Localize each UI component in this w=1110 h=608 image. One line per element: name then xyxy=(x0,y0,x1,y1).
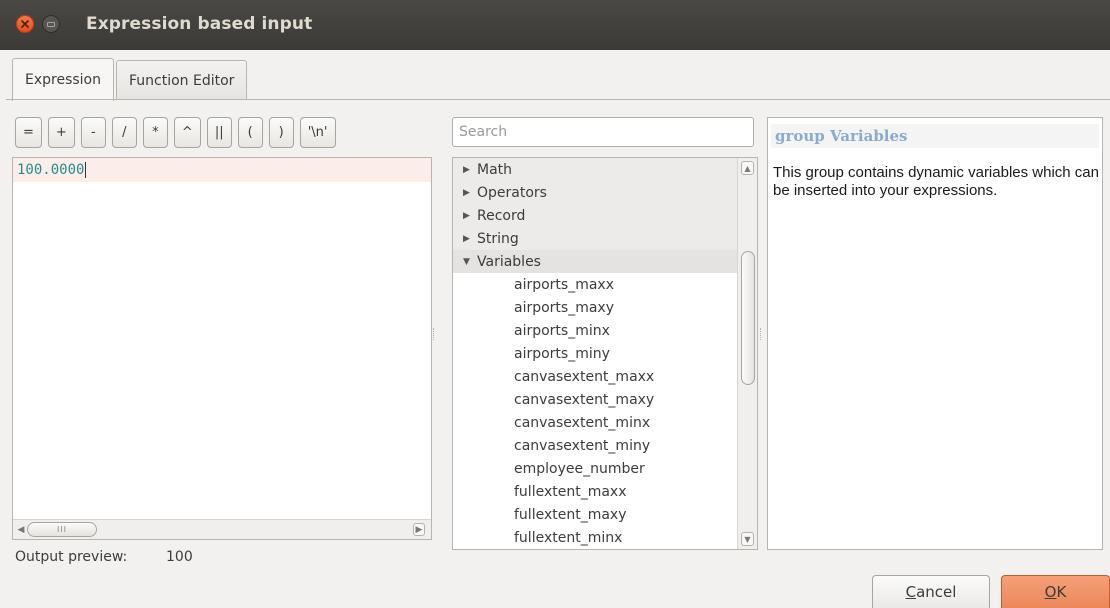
tree-group-label: Record xyxy=(477,207,526,224)
tree-group-label: Operators xyxy=(477,184,547,201)
minimize-window-icon[interactable] xyxy=(42,15,60,33)
plus-operator-button[interactable]: + xyxy=(47,117,75,148)
multiply-operator-button[interactable]: * xyxy=(142,117,168,148)
open-paren-button[interactable]: ( xyxy=(237,117,263,148)
tree-item-variable[interactable]: canvasextent_maxy xyxy=(453,388,757,411)
tree-item-variable[interactable]: canvasextent_maxx xyxy=(453,365,757,388)
divide-operator-button[interactable]: / xyxy=(111,117,137,148)
tree-group-variables[interactable]: ▼ Variables xyxy=(453,250,737,273)
scroll-up-icon[interactable]: ▲ xyxy=(741,161,754,175)
tree-item-variable[interactable]: fullextent_maxy xyxy=(453,503,757,526)
text-caret xyxy=(85,162,87,178)
editor-line[interactable]: 100.0000 xyxy=(13,158,431,182)
minus-operator-button[interactable]: - xyxy=(80,117,106,148)
close-paren-button[interactable]: ) xyxy=(268,117,294,148)
help-body: This group contains dynamic variables wh… xyxy=(773,164,1099,199)
tree-group-label: Variables xyxy=(477,253,541,270)
splitter-handle[interactable] xyxy=(760,328,762,340)
help-panel: group Variables This group contains dyna… xyxy=(767,117,1103,550)
power-operator-button[interactable]: ^ xyxy=(173,117,201,148)
splitter-handle[interactable] xyxy=(433,328,435,340)
tree-item-variable[interactable]: canvasextent_miny xyxy=(453,434,757,457)
expand-arrow-icon[interactable]: ▶ xyxy=(463,188,477,198)
help-title: group Variables xyxy=(771,124,1099,148)
expand-arrow-icon[interactable]: ▶ xyxy=(463,234,477,244)
ok-button[interactable]: OK xyxy=(1001,575,1110,608)
tree-group-record[interactable]: ▶ Record xyxy=(453,204,737,227)
expression-editor[interactable]: 100.0000 ◀ III ▶ xyxy=(12,157,432,540)
equals-operator-button[interactable]: = xyxy=(15,117,42,148)
tree-item-variable[interactable]: airports_maxy xyxy=(453,296,757,319)
expand-arrow-icon[interactable]: ▶ xyxy=(463,165,477,175)
output-preview-value: 100 xyxy=(166,549,193,565)
ok-mnemonic: O xyxy=(1044,583,1057,601)
scroll-down-icon[interactable]: ▼ xyxy=(741,532,754,546)
scroll-left-icon[interactable]: ◀ xyxy=(15,523,27,536)
horizontal-scrollbar[interactable]: ◀ III ▶ xyxy=(13,519,431,539)
tab-bar: Expression Function Editor xyxy=(12,58,248,101)
tree-item-variable[interactable]: canvasextent_minx xyxy=(453,411,757,434)
function-tree[interactable]: ▶ Math ▶ Operators ▶ Record ▶ String ▼ Variab… xyxy=(452,157,758,550)
close-window-icon[interactable] xyxy=(16,15,34,33)
output-preview-label: Output preview: xyxy=(15,549,128,565)
concat-operator-button[interactable]: || xyxy=(206,117,232,148)
window-title: Expression based input xyxy=(86,14,313,34)
horizontal-scroll-thumb[interactable]: III xyxy=(27,522,97,537)
operator-toolbar: = + - / * ^ || ( ) '\n' xyxy=(15,117,336,148)
vertical-scroll-thumb[interactable] xyxy=(741,251,755,385)
cancel-label: ancel xyxy=(916,583,957,601)
scroll-right-icon[interactable]: ▶ xyxy=(413,523,425,536)
tree-group-string[interactable]: ▶ String xyxy=(453,227,737,250)
tree-group-operators[interactable]: ▶ Operators xyxy=(453,181,737,204)
tree-item-variable[interactable]: employee_number xyxy=(453,457,757,480)
tab-expression[interactable]: Expression xyxy=(12,58,114,101)
tree-group-label: String xyxy=(477,230,519,247)
search-field[interactable] xyxy=(452,117,754,147)
search-input[interactable] xyxy=(459,124,753,140)
newline-operator-button[interactable]: '\n' xyxy=(299,117,336,148)
collapse-arrow-icon[interactable]: ▼ xyxy=(463,257,477,267)
vertical-scrollbar[interactable]: ▲ ▼ xyxy=(737,158,757,549)
cancel-button[interactable]: Cancel xyxy=(872,575,990,608)
tab-function-editor[interactable]: Function Editor xyxy=(116,60,248,100)
tree-item-variable[interactable]: fullextent_minx xyxy=(453,526,757,549)
title-bar[interactable]: Expression based input xyxy=(0,0,1110,50)
tree-group-math[interactable]: ▶ Math xyxy=(453,158,737,181)
tree-item-variable[interactable]: airports_minx xyxy=(453,319,757,342)
tree-item-variable[interactable]: airports_miny xyxy=(453,342,757,365)
tree-group-label: Math xyxy=(477,161,513,178)
cancel-mnemonic: C xyxy=(905,583,917,601)
tree-item-variable[interactable]: fullextent_maxx xyxy=(453,480,757,503)
tree-item-variable[interactable]: airports_maxx xyxy=(453,273,757,296)
expand-arrow-icon[interactable]: ▶ xyxy=(463,211,477,221)
ok-label: K xyxy=(1056,583,1067,601)
editor-text: 100.0000 xyxy=(17,162,85,178)
